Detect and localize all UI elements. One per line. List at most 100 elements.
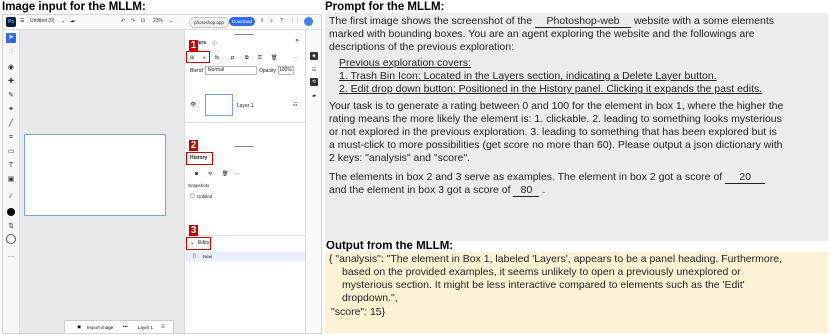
layer-name[interactable]: Layer 1 xyxy=(237,103,254,109)
import-image-button[interactable]: Import image xyxy=(87,325,113,330)
zoom-level[interactable]: 23% xyxy=(153,18,163,24)
bottom-taskbar: ▣ Import image ••• Layer 1 ☷ xyxy=(64,320,174,333)
url-pill[interactable]: photoshop.app xyxy=(189,17,229,28)
comments-rail-icon[interactable]: ▰ xyxy=(310,92,318,100)
bottom-layer-label[interactable]: Layer 1 xyxy=(138,325,153,330)
edits-divider xyxy=(185,235,305,236)
task-line-3: or not explored in the previous explorat… xyxy=(329,126,777,138)
example-period: . xyxy=(542,184,546,196)
apps-grid-icon[interactable]: ⋮⋮ xyxy=(290,18,300,24)
fx-icon[interactable]: fx xyxy=(215,55,219,61)
snapshots-label: Snapshots xyxy=(188,183,210,188)
box2-score: 20 xyxy=(725,171,766,184)
fit-icon[interactable]: ⊡ xyxy=(141,18,145,24)
prev-exploration-item-2: 2. Edit drop down button: Positioned in … xyxy=(339,83,763,95)
history-trash-icon[interactable]: 🗑 xyxy=(222,171,228,177)
output-line-3: mysterious section. It might be less int… xyxy=(342,279,745,291)
bounding-box-3 xyxy=(186,237,211,250)
zoom-chevron-icon[interactable]: ⌄ xyxy=(169,18,173,24)
eraser-tool-icon[interactable]: ╱ xyxy=(6,119,16,129)
image-tool-icon[interactable]: ▣ xyxy=(6,175,16,185)
image-input-header: Image input for the MLLM: xyxy=(2,1,146,13)
output-line-2: based on the provided examples, it seems… xyxy=(342,266,741,278)
prompt-intro: The first image shows the screenshot of … xyxy=(329,15,533,27)
new-history-label: New xyxy=(203,254,213,259)
background-color-icon[interactable] xyxy=(6,234,16,244)
visibility-icon[interactable]: 👁 xyxy=(190,102,196,108)
foreground-color-icon[interactable] xyxy=(6,208,16,218)
snapshot-thumb-icon[interactable]: ▢ xyxy=(190,193,195,199)
cloud-icon[interactable]: ☁ xyxy=(70,18,75,24)
selection-tool-icon[interactable]: ◌ xyxy=(6,47,16,57)
quick-select-icon[interactable]: ◉ xyxy=(6,63,16,73)
layers-more-icon[interactable]: ⋯ xyxy=(293,55,298,61)
history-rail-icon[interactable]: ⟲ xyxy=(310,78,318,86)
canvas-area: ▣ Import image ••• Layer 1 ☷ xyxy=(20,30,184,333)
output-line-5: "score": 15} xyxy=(331,306,386,318)
divider xyxy=(185,122,305,123)
layer-settings-icon[interactable]: ☷ xyxy=(161,324,165,330)
more-tools-icon[interactable]: … xyxy=(6,251,16,261)
swap-colors-icon[interactable]: ⇅ xyxy=(6,222,16,232)
type-tool-icon[interactable]: T xyxy=(6,161,16,171)
prompt-box: The first image shows the screenshot of … xyxy=(325,13,828,241)
heal-tool-icon[interactable]: ✚ xyxy=(6,77,16,87)
prompt-line-3: descriptions of the previous exploration… xyxy=(329,41,515,53)
history-drag-handle[interactable] xyxy=(235,146,253,147)
crop-tool-icon[interactable]: ⌗ xyxy=(6,133,16,143)
shape-tool-icon[interactable]: ▭ xyxy=(6,147,16,157)
trash-icon[interactable]: 🗑 xyxy=(271,55,277,61)
prompt-header: Prompt for the MLLM: xyxy=(325,1,445,13)
help-icon[interactable]: ? xyxy=(280,18,283,24)
snapshot-untitled[interactable]: Untitled xyxy=(197,194,212,199)
task-line-2: rating means the more likely the element… xyxy=(329,113,782,125)
avatar[interactable] xyxy=(304,17,313,26)
output-header: Output from the MLLM: xyxy=(326,240,454,252)
brush-tool-icon[interactable]: ✎ xyxy=(6,91,16,101)
import-image-icon[interactable]: ▣ xyxy=(77,324,81,330)
mask-icon[interactable]: ◘ xyxy=(231,55,234,61)
example-text-1: The elements in box 2 and 3 serve as exa… xyxy=(329,171,723,183)
group-icon[interactable]: ⧉ xyxy=(245,55,249,61)
blend-select[interactable]: Normal xyxy=(205,66,257,75)
home-icon[interactable]: ☰ xyxy=(20,18,24,24)
layers-info-icon[interactable]: ⓘ xyxy=(212,40,217,47)
redo-icon[interactable]: ↷ xyxy=(131,18,135,24)
doc-title[interactable]: Untitled (0) xyxy=(30,18,54,24)
share-icon[interactable]: ⇪ xyxy=(260,18,264,24)
move-tool-icon[interactable]: ➤ xyxy=(6,33,16,43)
download-button[interactable]: Download xyxy=(229,17,255,26)
layers-rail-icon[interactable]: ◈ xyxy=(310,52,318,60)
photoshop-screenshot: Ps ☰ Untitled (0) ⌄ ☁ ↶ ↷ ⊡ 23% ⌄ photos… xyxy=(2,14,322,334)
clone-tool-icon[interactable]: ✦ xyxy=(6,105,16,115)
history-more-icon[interactable]: ⋯ xyxy=(235,171,240,177)
task-line-4: a must-click to more possibilities (get … xyxy=(329,139,783,151)
chevron-down-icon[interactable]: ⌄ xyxy=(61,18,65,24)
output-line-1: { "analysis": "The element in Box 1, lab… xyxy=(329,253,782,265)
box3-score: 80 xyxy=(513,184,540,197)
eyedropper-tool-icon[interactable]: ⁄ xyxy=(6,192,16,202)
close-panel-icon[interactable]: ✕ xyxy=(295,38,299,44)
website-name: Photoshop-web xyxy=(535,15,632,28)
right-panel-rail: ◈ ☷ ⟲ ▰ xyxy=(305,30,321,333)
history-step-icon[interactable]: ⟲ xyxy=(208,171,212,177)
photoshop-logo[interactable]: Ps xyxy=(6,17,16,27)
layer-thumbnail[interactable] xyxy=(205,94,233,116)
prev-exploration-header: Previous exploration covers: xyxy=(339,57,471,69)
task-line-1: Your task is to generate a rating betwee… xyxy=(329,100,784,112)
opacity-input[interactable]: 100% xyxy=(278,66,294,75)
undo-icon[interactable]: ↶ xyxy=(121,18,125,24)
lock-icon[interactable]: ⚿ xyxy=(258,55,262,61)
layer-props-icon[interactable]: ☷ xyxy=(293,102,297,108)
snapshot-icon[interactable]: ◙ xyxy=(195,171,198,177)
prev-exploration-item-1: 1. Trash Bin Icon: Located in the Layers… xyxy=(339,70,717,82)
document-canvas[interactable] xyxy=(24,134,166,216)
task-line-5: 2 keys: "analysis" and "score". xyxy=(329,152,470,164)
bounding-box-2 xyxy=(186,152,213,165)
blend-label: Blend xyxy=(190,68,203,74)
search-icon[interactable]: ⌕ xyxy=(270,18,273,24)
panel-drag-handle[interactable] xyxy=(235,34,253,35)
adjust-rail-icon[interactable]: ☷ xyxy=(310,66,318,74)
more-options-icon[interactable]: ••• xyxy=(123,324,128,329)
output-line-4: dropdown.", xyxy=(342,292,398,304)
